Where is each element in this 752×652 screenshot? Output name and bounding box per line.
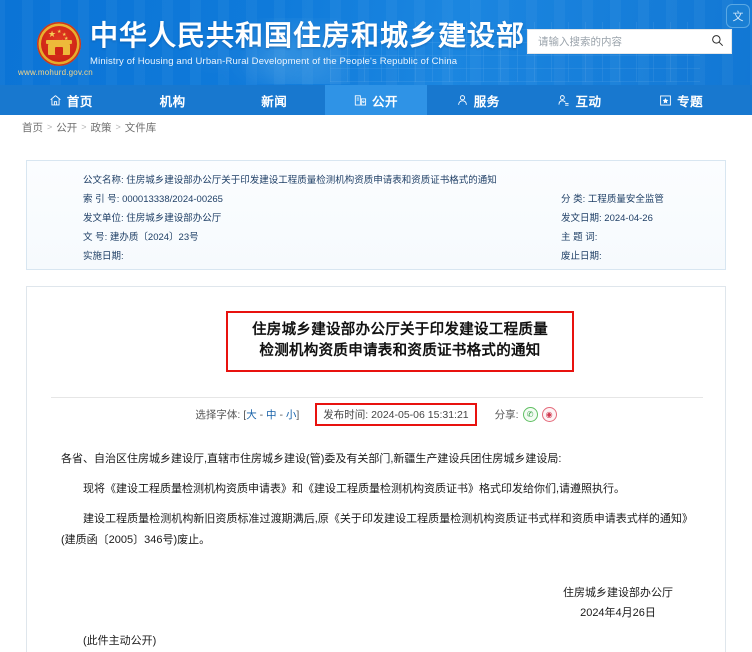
document-title-highlight: 住房城乡建设部办公厅关于印发建设工程质量 检测机构资质申请表和资质证书格式的通知 (226, 311, 574, 372)
breadcrumb-item-disclosure[interactable]: 公开 (56, 120, 77, 135)
document-title-line2: 检测机构资质申请表和资质证书格式的通知 (259, 343, 541, 359)
search-button[interactable] (703, 30, 731, 53)
breadcrumb: 首页 > 公开 > 政策 > 文件库 (0, 115, 752, 139)
meta-row: 发文日期: 2024-04-26 (561, 213, 653, 225)
document-toolbar: 选择字体: [大 - 中 - 小] 发布时间: 2024-05-06 15:31… (27, 403, 725, 426)
brand-title-cn: 中华人民共和国住房和城乡建设部 (90, 20, 526, 51)
documents-icon (354, 94, 367, 107)
home-icon (49, 94, 62, 107)
signature-organization: 住房城乡建设部办公厅 (563, 587, 673, 599)
meta-row: 文 号: 建办质〔2024〕23号 (83, 232, 199, 244)
nav-label: 专题 (677, 94, 704, 109)
search-box[interactable] (527, 29, 732, 54)
meta-row: 主 题 词: (561, 232, 597, 244)
meta-row: 分 类: 工程质量安全监管 (561, 194, 664, 206)
star-box-icon (659, 94, 672, 107)
share-group: 分享: ✆ ◉ (495, 407, 557, 422)
nav-item-interaction[interactable]: 互动 (529, 85, 631, 115)
divider (51, 397, 703, 398)
breadcrumb-item-home[interactable]: 首页 (22, 120, 43, 135)
publish-time-label: 发布时间: (323, 409, 369, 421)
meta-label: 发文单位: (83, 213, 124, 224)
corner-button-label: 文 (732, 11, 744, 23)
person-chat-icon (557, 94, 570, 107)
page-title: 住房城乡建设部办公厅关于印发建设工程质量 检测机构资质申请表和资质证书格式的通知 (234, 320, 566, 362)
nav-label: 首页 (66, 94, 93, 109)
meta-row: 发文单位: 住房城乡建设部办公厅 (83, 213, 221, 225)
font-size-medium-button[interactable]: 中 (266, 409, 277, 421)
nav-item-organization[interactable]: 机构 (122, 85, 224, 115)
meta-label: 索 引 号: (83, 194, 120, 205)
meta-value: 工程质量安全监管 (587, 194, 664, 205)
font-sep: - (259, 409, 264, 421)
nav-label: 机构 (159, 94, 186, 109)
person-icon (456, 94, 469, 107)
brand-website-url: www.mohurd.gov.cn (18, 68, 93, 77)
meta-row: 实施日期: (83, 251, 124, 263)
publish-time-highlight: 发布时间: 2024-05-06 15:31:21 (315, 403, 477, 426)
wechat-share-icon[interactable]: ✆ (522, 407, 538, 422)
meta-value: 000013338/2024-00265 (122, 194, 223, 205)
nav-item-home[interactable]: 首页 (20, 85, 122, 115)
breadcrumb-separator: > (47, 122, 53, 132)
national-emblem-icon: ★★★★★ (37, 22, 81, 66)
breadcrumb-item-documents[interactable]: 文件库 (125, 120, 157, 135)
nav-label: 服务 (473, 94, 500, 109)
font-sep: - (279, 409, 283, 421)
font-size-label: 选择字体: (195, 409, 241, 421)
meta-value: 住房城乡建设部办公厅 (126, 213, 222, 224)
document-paragraph: 建设工程质量检测机构新旧资质标准过渡期满后,原《关于印发建设工程质量检测机构资质… (61, 513, 693, 546)
meta-label: 分 类: (561, 194, 586, 205)
nav-label: 新闻 (261, 94, 288, 109)
meta-label: 文 号: (83, 232, 108, 243)
page-root: ★★★★★ 中华人民共和国住房和城乡建设部 Ministry of Housin… (0, 0, 752, 652)
document-paragraph: 各省、自治区住房城乡建设厅,直辖市住房城乡建设(管)委及有关部门,新疆生产建设兵… (61, 453, 562, 465)
search-icon (711, 34, 724, 50)
breadcrumb-separator: > (81, 122, 87, 132)
meta-row: 废止日期: (561, 251, 602, 263)
nav-label: 公开 (372, 94, 399, 109)
bracket-close: ] (296, 409, 300, 421)
document-paragraph: 现将《建设工程质量检测机构资质申请表》和《建设工程质量检测机构资质证书》格式印发… (83, 483, 626, 495)
meta-value: 住房城乡建设部办公厅关于印发建设工程质量检测机构资质申请表和资质证书格式的通知 (126, 175, 497, 186)
breadcrumb-separator: > (115, 122, 121, 132)
meta-row: 索 引 号: 000013338/2024-00265 (83, 194, 223, 206)
share-label: 分享: (494, 409, 519, 421)
site-header: ★★★★★ 中华人民共和国住房和城乡建设部 Ministry of Housin… (0, 0, 752, 85)
meta-row: 公文名称: 住房城乡建设部办公厅关于印发建设工程质量检测机构资质申请表和资质证书… (83, 175, 497, 187)
document-footnote: (此件主动公开) (83, 635, 157, 647)
font-size-large-button[interactable]: 大 (246, 409, 257, 421)
meta-label: 主 题 词: (561, 232, 598, 243)
brand-title-en: Ministry of Housing and Urban-Rural Deve… (90, 56, 458, 67)
document-title-line1: 住房城乡建设部办公厅关于印发建设工程质量 (252, 322, 548, 338)
nav-item-topics[interactable]: 专题 (630, 85, 732, 115)
main-navigation: 首页 机构 新闻 公开 服务 互动 专题 (0, 85, 752, 115)
document-signature: 住房城乡建设部办公厅 2024年4月26日 (563, 583, 673, 623)
breadcrumb-item-policy[interactable]: 政策 (91, 120, 112, 135)
meta-label: 实施日期: (83, 251, 124, 262)
search-input[interactable] (528, 30, 703, 53)
nav-label: 互动 (575, 94, 602, 109)
meta-label: 废止日期: (561, 251, 602, 262)
weibo-share-icon[interactable]: ◉ (541, 407, 557, 422)
nav-item-disclosure[interactable]: 公开 (325, 85, 427, 115)
language-toggle-button[interactable]: 文 (726, 4, 750, 28)
publish-time-value: 2024-05-06 15:31:21 (371, 409, 469, 421)
nav-item-news[interactable]: 新闻 (223, 85, 325, 115)
brand-block: 中华人民共和国住房和城乡建设部 Ministry of Housing and … (90, 20, 525, 67)
meta-label: 公文名称: (83, 175, 124, 186)
meta-label: 发文日期: (561, 213, 602, 224)
meta-value: 建办质〔2024〕23号 (109, 232, 199, 243)
signature-date: 2024年4月26日 (580, 607, 656, 619)
font-size-selector: 选择字体: [大 - 中 - 小] (195, 407, 299, 422)
nav-item-service[interactable]: 服务 (427, 85, 529, 115)
document-content-card: 住房城乡建设部办公厅关于印发建设工程质量 检测机构资质申请表和资质证书格式的通知… (26, 286, 726, 652)
document-metadata-panel: 公文名称: 住房城乡建设部办公厅关于印发建设工程质量检测机构资质申请表和资质证书… (26, 160, 726, 270)
document-body: 各省、自治区住房城乡建设厅,直辖市住房城乡建设(管)委及有关部门,新疆生产建设兵… (61, 449, 693, 560)
meta-value: 2024-04-26 (604, 213, 653, 224)
font-size-small-button[interactable]: 小 (286, 409, 297, 421)
